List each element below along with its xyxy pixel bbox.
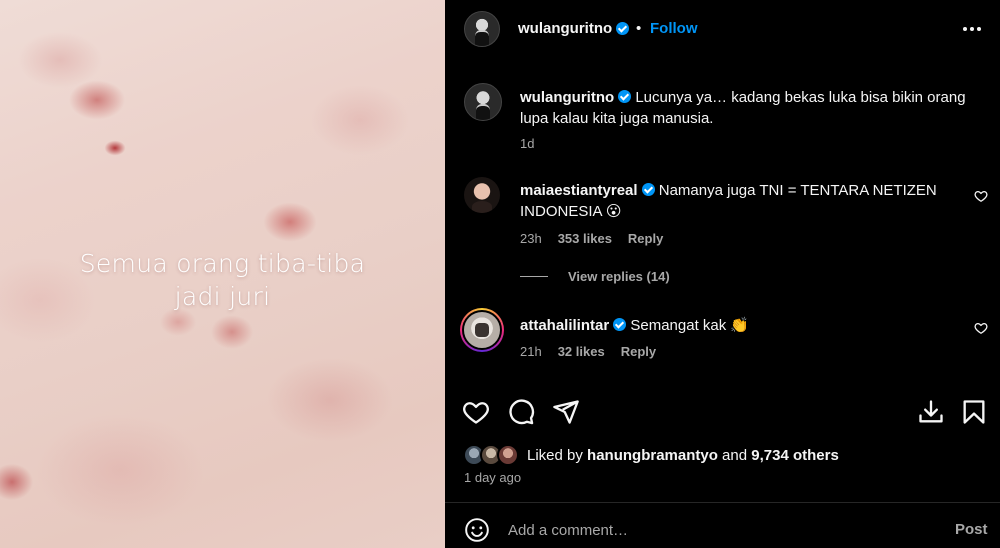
comment-like-heart-icon[interactable] [974, 189, 988, 203]
commenter-username[interactable]: maiaestiantyreal [520, 182, 638, 199]
verified-badge-icon [618, 90, 632, 103]
comment-meta: 21h 32 likes Reply [520, 344, 656, 359]
verified-badge-icon [616, 22, 629, 35]
heart-icon[interactable] [462, 398, 490, 426]
caption-avatar[interactable] [464, 83, 502, 121]
reply-button[interactable]: Reply [621, 344, 656, 359]
comment-body: maiaestiantyreal Namanya juga TNI = TENT… [520, 180, 960, 222]
post-header: wulanguritno • Follow [445, 0, 1000, 58]
likes-text[interactable]: Liked by hanungbramantyo and 9,734 other… [527, 447, 839, 464]
emoji-icon[interactable] [464, 517, 490, 543]
comment-likes[interactable]: 32 likes [558, 344, 605, 359]
caption-body: wulanguritno Lucunya ya… kadang bekas lu… [520, 87, 975, 129]
commenter-avatar[interactable] [464, 177, 500, 213]
post-timestamp[interactable]: 1 day ago [464, 470, 521, 485]
owner-avatar[interactable] [464, 11, 500, 47]
image-overlay-line-2: jadi juri [174, 282, 271, 311]
verified-badge-icon [641, 183, 655, 196]
liker-username[interactable]: hanungbramantyo [587, 447, 718, 464]
caption-time[interactable]: 1d [520, 136, 534, 151]
save-download-icon[interactable] [917, 398, 945, 426]
liker-avatars [463, 444, 523, 466]
likes-count[interactable]: 9,734 others [751, 447, 839, 464]
likes-prefix: Liked by [527, 446, 588, 464]
likes-summary: Liked by hanungbramantyo and 9,734 other… [463, 444, 839, 466]
comment-like-heart-icon[interactable] [974, 321, 988, 335]
separator-dot: • [636, 20, 642, 37]
owner-username[interactable]: wulanguritno [518, 20, 612, 37]
comment-icon[interactable] [507, 398, 535, 426]
caption-username[interactable]: wulanguritno [520, 89, 614, 106]
commenter-username[interactable]: attahalilintar [520, 317, 609, 334]
comment-meta: 23h 353 likes Reply [520, 231, 663, 246]
comment-likes[interactable]: 353 likes [558, 231, 612, 246]
image-overlay-text: Semua orang tiba-tiba jadi juri [0, 247, 445, 313]
image-overlay-line-1: Semua orang tiba-tiba [79, 249, 366, 278]
share-icon[interactable] [552, 398, 580, 426]
action-bar [445, 398, 1000, 428]
add-comment-input[interactable] [508, 515, 928, 545]
post-image[interactable]: Semua orang tiba-tiba jadi juri [0, 0, 445, 548]
view-replies-button[interactable]: View replies (14) [520, 269, 670, 284]
post-side-panel: wulanguritno • Follow wulanguritno Lucun… [445, 0, 1000, 548]
comment-time[interactable]: 23h [520, 231, 542, 246]
verified-badge-icon [613, 318, 627, 331]
add-comment-bar: Post [445, 503, 1000, 548]
commenter-avatar[interactable] [462, 310, 502, 350]
post-button[interactable]: Post [955, 521, 988, 538]
follow-button[interactable]: Follow [650, 20, 698, 37]
bookmark-icon[interactable] [960, 398, 988, 426]
more-icon[interactable] [963, 20, 985, 38]
view-replies-label: View replies (14) [568, 269, 670, 284]
caption-meta: 1d [520, 136, 534, 151]
view-replies-line [520, 276, 548, 277]
comment-time[interactable]: 21h [520, 344, 542, 359]
reply-button[interactable]: Reply [628, 231, 663, 246]
likes-middle: and [717, 446, 752, 464]
post-dialog: Semua orang tiba-tiba jadi juri wulangur… [0, 0, 1000, 548]
comment-text: Semangat kak 👏 [630, 317, 750, 334]
comment-body: attahalilintar Semangat kak 👏 [520, 315, 960, 336]
